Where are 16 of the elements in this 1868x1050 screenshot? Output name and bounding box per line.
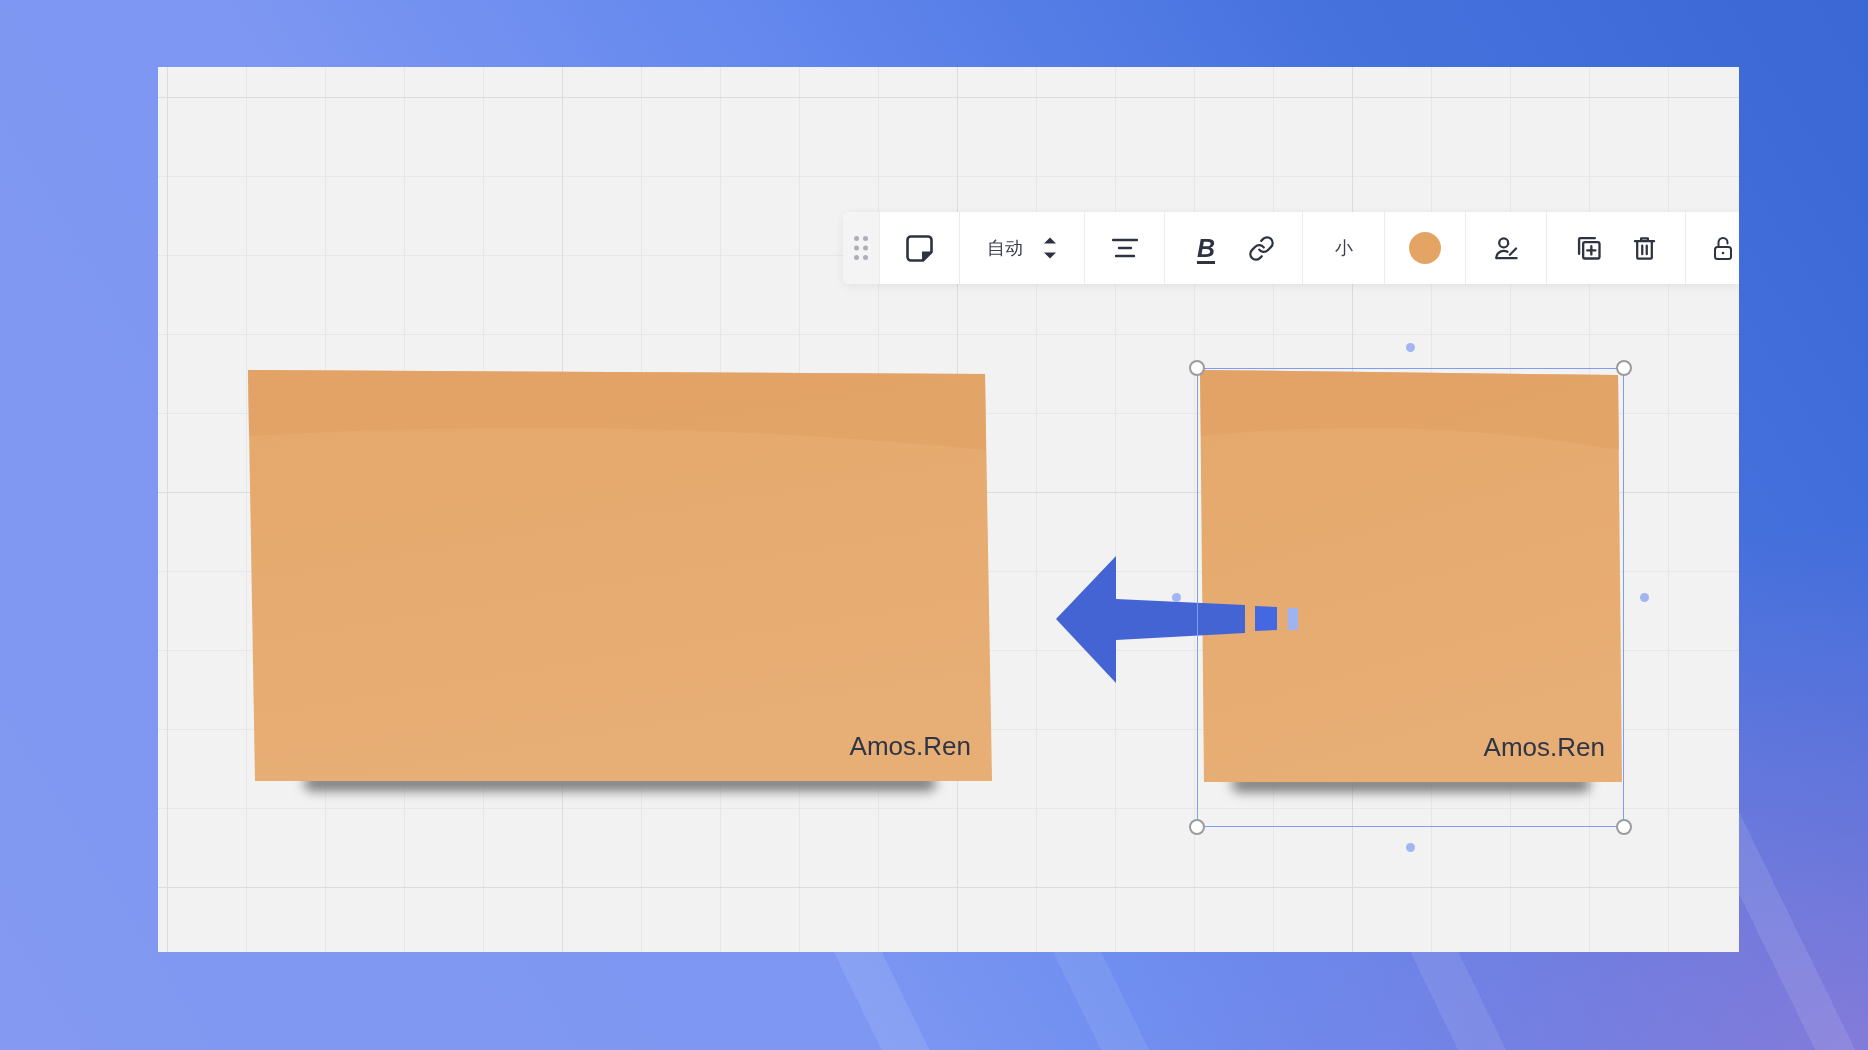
author-name: Amos.Ren [849, 733, 971, 759]
drag-handle[interactable] [843, 212, 880, 284]
text-size-button[interactable]: 小 [1328, 235, 1359, 261]
bold-button[interactable]: B [1189, 232, 1223, 264]
resize-handle-icon[interactable] [1616, 819, 1632, 835]
resize-handle-icon[interactable] [1189, 819, 1205, 835]
author-name: Amos.Ren [1483, 734, 1605, 760]
resize-handle-icon[interactable] [1616, 360, 1632, 376]
resize-handle-icon[interactable] [1189, 360, 1205, 376]
connector-dot-icon[interactable] [1171, 593, 1181, 602]
size-mode-dropdown[interactable]: 自动 [981, 233, 1063, 263]
grip-icon[interactable] [854, 236, 868, 260]
connector-dot-icon[interactable] [1639, 593, 1649, 602]
connector-dot-icon[interactable] [1406, 342, 1415, 352]
stepper-icon[interactable] [1043, 237, 1057, 259]
connector-dot-icon[interactable] [1406, 842, 1415, 852]
